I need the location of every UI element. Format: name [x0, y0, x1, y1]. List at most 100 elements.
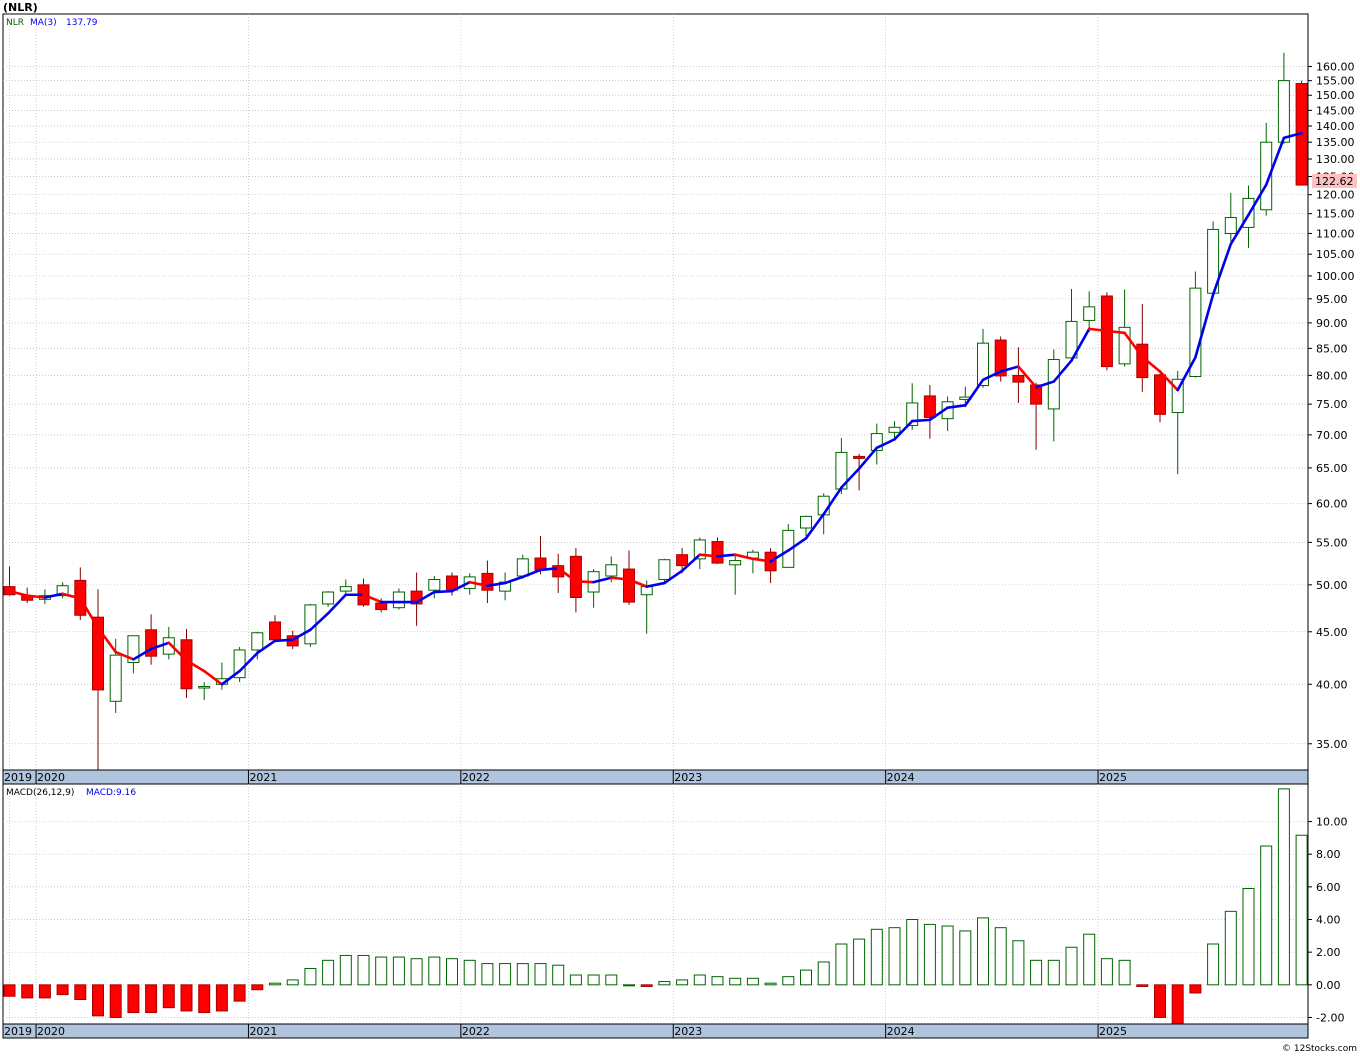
price-y-tick-label: 150.00 — [1316, 89, 1355, 102]
macd-bar-positive — [446, 958, 458, 986]
macd-x-tick-label: 2020 — [37, 1025, 65, 1038]
macd-bar-negative — [1136, 984, 1149, 987]
macd-x-tick-label: 2019 — [4, 1025, 32, 1038]
macd-y-tick-label: 10.00 — [1316, 816, 1348, 829]
ma-segment — [609, 576, 631, 581]
macd-bar-positive — [587, 974, 600, 986]
macd-bar-negative — [109, 984, 122, 1018]
macd-bar-positive — [835, 943, 848, 986]
macd-bar-positive — [711, 976, 724, 986]
candle-up — [1277, 80, 1290, 143]
macd-bar-positive — [1277, 788, 1290, 986]
macd-bar-negative — [162, 984, 175, 1009]
macd-bar-positive — [746, 977, 759, 986]
macd-bar-positive — [322, 959, 335, 986]
price-legend-ma-value: 137.79 — [66, 18, 98, 28]
stock-chart: 35.00 40.00 45.00 50.00 55.00 60.00 65.00 70.00… — [2, 1, 1357, 1054]
price-y-tick-label: 115.00 — [1316, 208, 1355, 221]
macd-bar-positive — [1207, 943, 1220, 986]
macd-bar-positive — [552, 964, 565, 986]
macd-bar-positive — [994, 927, 1007, 986]
macd-bar-positive — [800, 969, 812, 986]
macd-x-tick-label: 2023 — [674, 1025, 702, 1038]
macd-bar-positive — [569, 974, 582, 986]
macd-bar-positive — [1047, 959, 1060, 986]
macd-y-tick-label: 0.00 — [1316, 979, 1341, 992]
candle-up — [109, 654, 122, 702]
candle-down — [676, 554, 689, 567]
macd-bar-positive — [392, 956, 405, 986]
macd-bar-positive — [977, 917, 989, 986]
ma-segment — [25, 594, 47, 599]
price-x-tick-label: 2025 — [1099, 771, 1127, 784]
macd-bar-negative — [1171, 984, 1184, 1025]
macd-bar-positive — [782, 976, 795, 986]
macd-bar-negative — [1154, 984, 1166, 1018]
macd-bar-positive — [304, 967, 317, 986]
watermark: © 12Stocks.com — [1282, 1044, 1357, 1054]
macd-x-tick-label: 2022 — [462, 1025, 490, 1038]
price-y-tick-label: 55.00 — [1316, 536, 1348, 549]
candle-down — [711, 541, 724, 564]
price-y-tick-label: 70.00 — [1316, 429, 1348, 442]
macd-bar-positive — [463, 959, 476, 986]
price-y-tick-label: 135.00 — [1316, 136, 1355, 149]
macd-y-tick-label: 8.00 — [1316, 848, 1341, 861]
macd-bar-negative — [640, 984, 653, 987]
candle-up — [1224, 217, 1237, 234]
candle-down — [375, 602, 388, 611]
macd-bar-negative — [21, 984, 34, 999]
ma-segment — [716, 553, 737, 558]
candle-up — [800, 515, 812, 529]
candle-up — [1083, 306, 1096, 321]
price-x-tick-label: 2023 — [674, 771, 702, 784]
price-y-tick-label: 75.00 — [1316, 398, 1348, 411]
macd-bar-positive — [499, 963, 512, 986]
chart-title: (NLR) — [3, 1, 38, 14]
price-y-tick-label: 155.00 — [1316, 75, 1355, 88]
ma-segment — [539, 566, 560, 572]
ma-segment — [574, 579, 595, 584]
macd-bar-positive — [1100, 958, 1113, 986]
macd-bar-negative — [180, 984, 193, 1012]
ma-segment — [432, 589, 454, 594]
candle-up — [1047, 359, 1060, 410]
price-x-tick-label: 2022 — [462, 771, 490, 784]
macd-legend-value: MACD:9.16 — [86, 788, 136, 798]
macd-bar-positive — [1065, 946, 1078, 986]
macd-bar-positive — [623, 984, 635, 987]
macd-y-tick-label: 2.00 — [1316, 946, 1341, 959]
candle-up — [888, 426, 901, 433]
candle-up — [428, 579, 441, 591]
price-y-tick-label: 45.00 — [1316, 626, 1348, 639]
macd-bar-negative — [3, 984, 16, 997]
candle-down — [623, 568, 635, 603]
price-y-tick-label: 65.00 — [1316, 462, 1348, 475]
candle-down — [481, 572, 494, 591]
macd-bar-positive — [605, 974, 618, 986]
price-legend-symbol: NLR — [6, 18, 24, 28]
macd-bar-negative — [215, 984, 228, 1012]
price-y-tick-label: 95.00 — [1316, 293, 1348, 306]
macd-bar-positive — [941, 925, 954, 986]
macd-bar-positive — [375, 956, 388, 986]
price-y-tick-label: 35.00 — [1316, 738, 1348, 751]
candle-up — [251, 632, 264, 651]
macd-y-tick-label: 6.00 — [1316, 881, 1341, 894]
macd-bar-positive — [959, 930, 972, 986]
macd-bar-negative — [145, 984, 158, 1014]
macd-bar-positive — [906, 919, 919, 986]
price-x-tick-label: 2019 — [4, 771, 32, 784]
ma-segment — [273, 638, 295, 643]
macd-bar-positive — [853, 938, 866, 986]
price-y-tick-label: 160.00 — [1316, 60, 1355, 73]
candle-up — [605, 564, 618, 577]
macd-legend-label: MACD(26,12,9) — [6, 788, 74, 798]
macd-bar-positive — [923, 923, 936, 986]
macd-bar-positive — [1030, 959, 1043, 986]
macd-bar-positive — [729, 977, 742, 986]
macd-bar-positive — [1295, 834, 1308, 986]
price-y-tick-label: 60.00 — [1316, 498, 1348, 511]
macd-bar-positive — [428, 956, 441, 986]
candle-up — [392, 591, 405, 609]
